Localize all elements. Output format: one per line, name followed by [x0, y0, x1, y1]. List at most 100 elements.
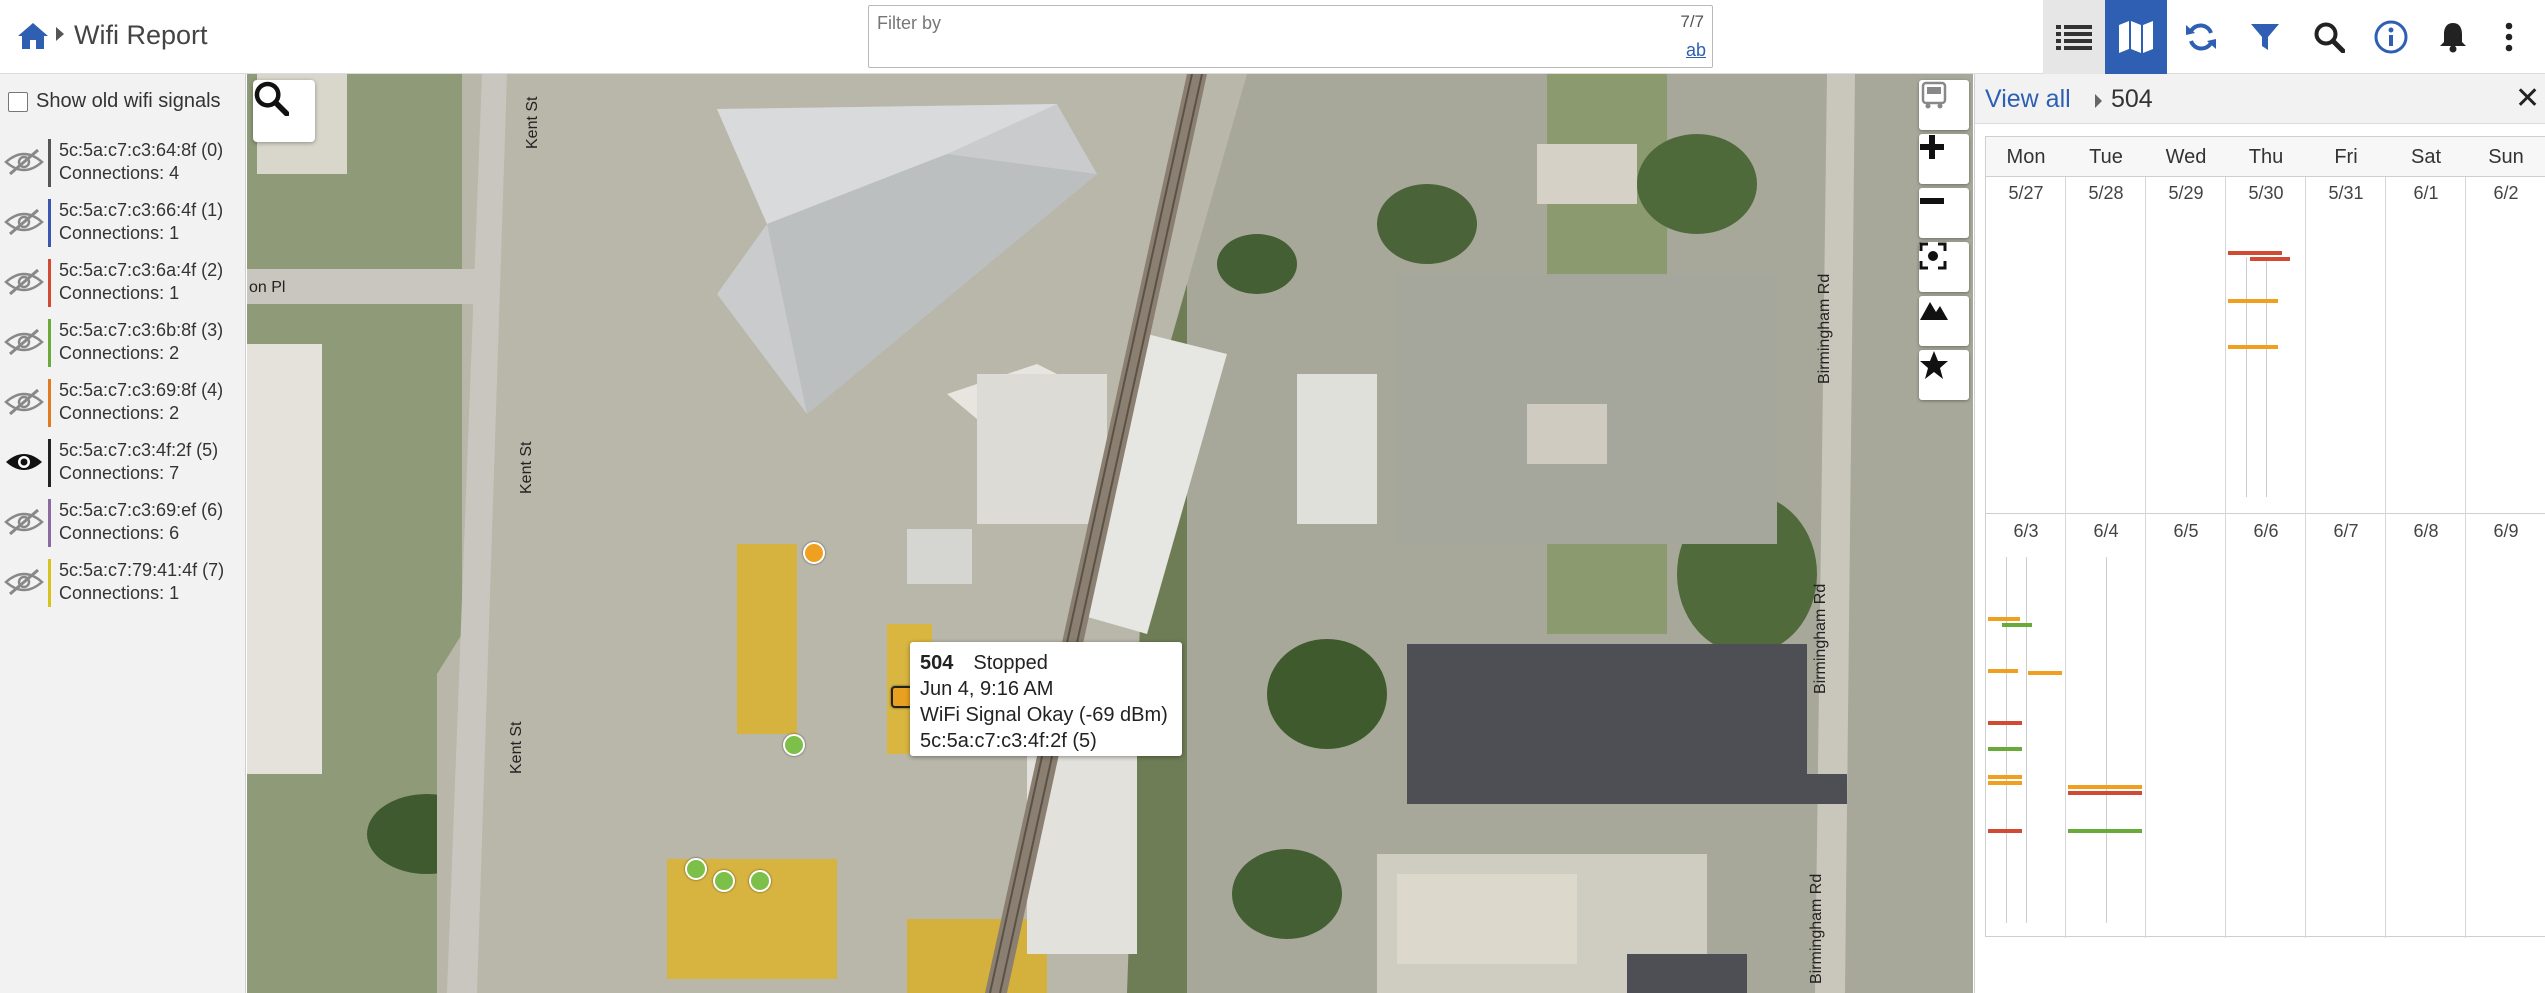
calendar-activity-mark[interactable] [2028, 671, 2062, 675]
calendar-date: 5/31 [2328, 183, 2364, 203]
calendar-activity-mark[interactable] [2068, 791, 2142, 795]
filter-button[interactable] [2234, 0, 2296, 74]
calendar-date: 6/6 [2253, 521, 2279, 541]
list-view-button[interactable] [2043, 0, 2105, 74]
wifi-marker[interactable] [713, 870, 735, 892]
calendar-day-name: Thu [2226, 137, 2306, 177]
app-header: Wifi Report 7/7 ab [0, 0, 2545, 74]
street-label-kent-1: Kent St [524, 96, 541, 149]
notifications-button[interactable] [2422, 0, 2484, 74]
home-icon [18, 23, 48, 49]
satellite-map[interactable]: Kent St Kent St Kent St on Pl Birmingham… [247, 74, 1973, 993]
signal-item[interactable]: 5c:5a:c7:c3:4f:2f (5) Connections: 7 [0, 434, 246, 492]
eye-slash-icon[interactable] [4, 388, 44, 416]
calendar-activity-mark[interactable] [1988, 669, 2018, 673]
eye-icon[interactable] [4, 448, 44, 476]
map-view[interactable]: Kent St Kent St Kent St on Pl Birmingham… [247, 74, 1973, 993]
wifi-marker[interactable] [749, 870, 771, 892]
signal-mac: 5c:5a:c7:79:41:4f (7) [59, 560, 225, 580]
fit-bounds-button[interactable] [1919, 242, 1969, 292]
map-view-button[interactable] [2105, 0, 2167, 74]
refresh-button[interactable] [2170, 0, 2232, 74]
calendar-date: 6/4 [2093, 521, 2119, 541]
eye-slash-icon[interactable] [4, 268, 44, 296]
filter-icon [2251, 24, 2279, 50]
map-icon [2119, 21, 2153, 53]
calendar-activity-mark[interactable] [2228, 251, 2282, 255]
calendar-activity-mark[interactable] [2228, 345, 2278, 349]
home-button[interactable] [14, 18, 52, 54]
breadcrumb-chevron-icon [56, 27, 64, 41]
eye-slash-icon[interactable] [4, 208, 44, 236]
eye-slash-icon[interactable] [4, 328, 44, 356]
eye-slash-icon[interactable] [4, 508, 44, 536]
signal-color-bar [48, 439, 51, 487]
eye-slash-icon[interactable] [4, 148, 44, 176]
zoom-in-button[interactable] [1919, 134, 1969, 184]
signal-connections: Connections: 1 [59, 283, 180, 303]
map-search-button[interactable] [253, 80, 315, 142]
calendar-activity-mark[interactable] [1988, 775, 2022, 779]
signal-item[interactable]: 5c:5a:c7:c3:69:ef (6) Connections: 6 [0, 494, 246, 552]
street-label-birmingham-1: Birmingham Rd [1816, 274, 1833, 384]
signal-color-bar [48, 559, 51, 607]
star-icon [1920, 351, 1948, 379]
filter-input[interactable] [871, 8, 1631, 38]
calendar-activity-mark[interactable] [2068, 829, 2142, 833]
wifi-marker[interactable] [685, 858, 707, 880]
signal-item[interactable]: 5c:5a:c7:c3:6b:8f (3) Connections: 2 [0, 314, 246, 372]
plus-icon [1920, 135, 1944, 159]
calendar-timeline [2266, 257, 2267, 497]
eye-slash-icon[interactable] [4, 568, 44, 596]
minus-icon [1920, 198, 1944, 204]
wifi-signal-panel: Show old wifi signals 5c:5a:c7:c3:64:8f … [0, 74, 246, 993]
show-old-signals-label: Show old wifi signals [36, 90, 221, 112]
calendar-date: 6/9 [2493, 521, 2519, 541]
calendar-day-name: Wed [2146, 137, 2226, 177]
calendar-unit-label: 504 [2111, 85, 2153, 113]
calendar-activity-mark[interactable] [2002, 623, 2032, 627]
wifi-marker[interactable] [803, 542, 825, 564]
filter-mode-toggle[interactable]: ab [1686, 40, 1706, 61]
close-icon[interactable]: ✕ [2515, 84, 2540, 114]
calendar-date: 6/7 [2333, 521, 2359, 541]
wifi-marker[interactable] [783, 734, 805, 756]
zoom-out-button[interactable] [1919, 188, 1969, 238]
calendar-day-name: Fri [2306, 137, 2386, 177]
favorites-button[interactable] [1919, 350, 1969, 400]
popup-time: Jun 4, 9:16 AM [920, 678, 1054, 700]
signal-connections: Connections: 4 [59, 163, 180, 183]
signal-item[interactable]: 5c:5a:c7:c3:69:8f (4) Connections: 2 [0, 374, 246, 432]
calendar-activity-mark[interactable] [1988, 747, 2022, 751]
calendar-date: 6/5 [2173, 521, 2199, 541]
signal-item[interactable]: 5c:5a:c7:79:41:4f (7) Connections: 1 [0, 554, 246, 612]
calendar-day-name: Sun [2466, 137, 2545, 177]
signal-item[interactable]: 5c:5a:c7:c3:66:4f (1) Connections: 1 [0, 194, 246, 252]
breadcrumb-chevron-icon [2095, 94, 2102, 108]
search-button[interactable] [2298, 0, 2360, 74]
calendar-date: 5/27 [2008, 183, 2044, 203]
popup-mac: 5c:5a:c7:c3:4f:2f (5) [920, 730, 1097, 752]
popup-unit: 504 [920, 652, 954, 674]
signal-connections: Connections: 7 [59, 463, 180, 483]
signal-mac: 5c:5a:c7:c3:66:4f (1) [59, 200, 224, 220]
show-old-signals-checkbox[interactable]: Show old wifi signals [8, 90, 221, 113]
calendar-activity-mark[interactable] [2250, 257, 2290, 261]
info-button[interactable] [2360, 0, 2422, 74]
marker-popup: 504 Stopped Jun 4, 9:16 AM WiFi Signal Ok… [910, 642, 1182, 756]
calendar-grid: Mon 5/27 6/3 Tue 5/28 6/4 Wed 5/29 6/5 Thu 5/30 6/6… [1985, 136, 2545, 938]
calendar-activity-mark[interactable] [1988, 829, 2022, 833]
vehicle-tracking-button[interactable] [1919, 80, 1969, 130]
map-layer-button[interactable] [1919, 296, 1969, 346]
signal-item[interactable]: 5c:5a:c7:c3:64:8f (0) Connections: 4 [0, 134, 246, 192]
calendar-activity-mark[interactable] [1988, 781, 2022, 785]
more-menu-button[interactable] [2484, 0, 2534, 74]
calendar-activity-mark[interactable] [1988, 721, 2022, 725]
checkbox-box[interactable] [8, 91, 28, 112]
calendar-activity-mark[interactable] [1988, 617, 2020, 621]
view-all-link[interactable]: View all [1985, 85, 2071, 114]
calendar-day-column: Sat 6/1 6/8 [2386, 137, 2466, 938]
signal-item[interactable]: 5c:5a:c7:c3:6a:4f (2) Connections: 1 [0, 254, 246, 312]
calendar-activity-mark[interactable] [2228, 299, 2278, 303]
calendar-activity-mark[interactable] [2068, 785, 2142, 789]
